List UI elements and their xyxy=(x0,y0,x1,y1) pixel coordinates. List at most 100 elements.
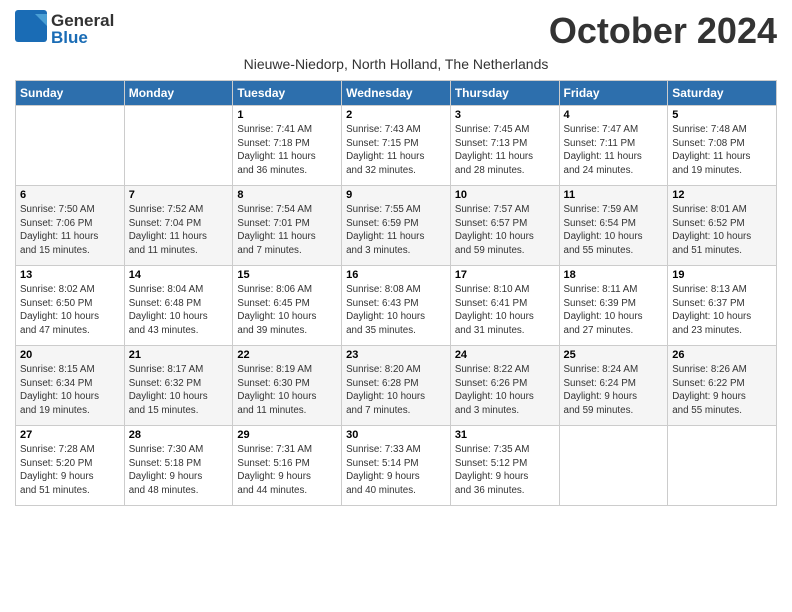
weekday-header-wednesday: Wednesday xyxy=(342,81,451,106)
day-info: Sunrise: 8:02 AMSunset: 6:50 PMDaylight:… xyxy=(20,283,120,338)
day-info: Sunrise: 8:20 AMSunset: 6:28 PMDaylight:… xyxy=(346,363,446,418)
day-number: 30 xyxy=(346,429,446,441)
day-number: 12 xyxy=(672,189,772,201)
calendar-cell: 8 Sunrise: 7:54 AMSunset: 7:01 PMDaylight… xyxy=(233,186,342,266)
day-number: 8 xyxy=(237,189,337,201)
day-number: 16 xyxy=(346,269,446,281)
logo-blue: Blue xyxy=(51,29,114,46)
calendar-cell: 9Sunrise: 7:55 AMSunset: 6:59 PMDaylight… xyxy=(342,186,451,266)
weekday-header-friday: Friday xyxy=(559,81,668,106)
day-number: 20 xyxy=(20,349,120,361)
calendar-table: SundayMondayTuesdayWednesdayThursdayFrid… xyxy=(15,80,777,506)
calendar-cell: 19 Sunrise: 8:13 AMSunset: 6:37 PMDayligh… xyxy=(668,266,777,346)
day-info: Sunrise: 7:28 AMSunset: 5:20 PMDaylight:… xyxy=(20,443,120,498)
calendar-cell: 14 Sunrise: 8:04 AMSunset: 6:48 PMDayligh… xyxy=(124,266,233,346)
day-info: Sunrise: 7:30 AMSunset: 5:18 PMDaylight:… xyxy=(129,443,229,498)
day-number: 10 xyxy=(455,189,555,201)
day-info: Sunrise: 8:19 AMSunset: 6:30 PMDaylight:… xyxy=(237,363,337,418)
day-info: Sunrise: 8:11 AMSunset: 6:39 PMDaylight:… xyxy=(564,283,664,338)
day-number: 5 xyxy=(672,109,772,121)
day-number: 28 xyxy=(129,429,229,441)
calendar-cell: 18 Sunrise: 8:11 AMSunset: 6:39 PMDayligh… xyxy=(559,266,668,346)
day-number: 3 xyxy=(455,109,555,121)
subtitle: Nieuwe-Niedorp, North Holland, The Nethe… xyxy=(15,56,777,72)
day-info: Sunrise: 7:33 AMSunset: 5:14 PMDaylight:… xyxy=(346,443,446,498)
day-info: Sunrise: 7:59 AMSunset: 6:54 PMDaylight:… xyxy=(564,203,664,258)
day-info: Sunrise: 8:22 AMSunset: 6:26 PMDaylight:… xyxy=(455,363,555,418)
day-info: Sunrise: 8:26 AMSunset: 6:22 PMDaylight:… xyxy=(672,363,772,418)
day-number: 26 xyxy=(672,349,772,361)
logo: General Blue xyxy=(15,10,114,47)
calendar-cell: 30 Sunrise: 7:33 AMSunset: 5:14 PMDayligh… xyxy=(342,426,451,506)
day-number: 6 xyxy=(20,189,120,201)
weekday-header-tuesday: Tuesday xyxy=(233,81,342,106)
day-info: Sunrise: 8:06 AMSunset: 6:45 PMDaylight:… xyxy=(237,283,337,338)
month-title: October 2024 xyxy=(549,10,777,52)
day-info: Sunrise: 8:01 AMSunset: 6:52 PMDaylight:… xyxy=(672,203,772,258)
day-number: 14 xyxy=(129,269,229,281)
calendar-cell: 21Sunrise: 8:17 AMSunset: 6:32 PMDayligh… xyxy=(124,346,233,426)
weekday-header-monday: Monday xyxy=(124,81,233,106)
day-number: 1 xyxy=(237,109,337,121)
calendar-cell xyxy=(559,426,668,506)
day-info: Sunrise: 8:13 AMSunset: 6:37 PMDaylight:… xyxy=(672,283,772,338)
calendar-cell: 22 Sunrise: 8:19 AMSunset: 6:30 PMDayligh… xyxy=(233,346,342,426)
day-number: 2 xyxy=(346,109,446,121)
day-number: 21 xyxy=(129,349,229,361)
weekday-header-thursday: Thursday xyxy=(450,81,559,106)
day-number: 31 xyxy=(455,429,555,441)
day-number: 13 xyxy=(20,269,120,281)
calendar-cell: 13 Sunrise: 8:02 AMSunset: 6:50 PMDayligh… xyxy=(16,266,125,346)
day-number: 29 xyxy=(237,429,337,441)
calendar-cell: 23Sunrise: 8:20 AMSunset: 6:28 PMDayligh… xyxy=(342,346,451,426)
day-info: Sunrise: 7:43 AMSunset: 7:15 PMDaylight:… xyxy=(346,123,446,178)
calendar-cell: 3 Sunrise: 7:45 AMSunset: 7:13 PMDaylight… xyxy=(450,106,559,186)
day-info: Sunrise: 7:45 AMSunset: 7:13 PMDaylight:… xyxy=(455,123,555,178)
calendar-cell: 17 Sunrise: 8:10 AMSunset: 6:41 PMDayligh… xyxy=(450,266,559,346)
calendar-cell: 20 Sunrise: 8:15 AMSunset: 6:34 PMDayligh… xyxy=(16,346,125,426)
calendar-cell xyxy=(16,106,125,186)
logo-text: General Blue xyxy=(51,12,114,46)
day-info: Sunrise: 7:48 AMSunset: 7:08 PMDaylight:… xyxy=(672,123,772,178)
weekday-header-saturday: Saturday xyxy=(668,81,777,106)
day-info: Sunrise: 7:41 AMSunset: 7:18 PMDaylight:… xyxy=(237,123,337,178)
calendar-cell: 16Sunrise: 8:08 AMSunset: 6:43 PMDayligh… xyxy=(342,266,451,346)
day-number: 18 xyxy=(564,269,664,281)
day-info: Sunrise: 8:24 AMSunset: 6:24 PMDaylight:… xyxy=(564,363,664,418)
day-info: Sunrise: 7:31 AMSunset: 5:16 PMDaylight:… xyxy=(237,443,337,498)
calendar-cell: 27 Sunrise: 7:28 AMSunset: 5:20 PMDayligh… xyxy=(16,426,125,506)
day-info: Sunrise: 7:54 AMSunset: 7:01 PMDaylight:… xyxy=(237,203,337,258)
calendar-cell: 1 Sunrise: 7:41 AMSunset: 7:18 PMDaylight… xyxy=(233,106,342,186)
logo-icon xyxy=(15,10,47,47)
day-info: Sunrise: 7:55 AMSunset: 6:59 PMDaylight:… xyxy=(346,203,446,258)
calendar-cell: 2 Sunrise: 7:43 AMSunset: 7:15 PMDaylight… xyxy=(342,106,451,186)
calendar-cell: 31Sunrise: 7:35 AMSunset: 5:12 PMDayligh… xyxy=(450,426,559,506)
calendar-cell: 7 Sunrise: 7:52 AMSunset: 7:04 PMDaylight… xyxy=(124,186,233,266)
calendar-cell: 25 Sunrise: 8:24 AMSunset: 6:24 PMDayligh… xyxy=(559,346,668,426)
calendar-cell: 12 Sunrise: 8:01 AMSunset: 6:52 PMDayligh… xyxy=(668,186,777,266)
day-number: 7 xyxy=(129,189,229,201)
calendar-cell: 6Sunrise: 7:50 AMSunset: 7:06 PMDaylight… xyxy=(16,186,125,266)
day-number: 25 xyxy=(564,349,664,361)
calendar-cell: 28 Sunrise: 7:30 AMSunset: 5:18 PMDayligh… xyxy=(124,426,233,506)
day-number: 19 xyxy=(672,269,772,281)
day-number: 11 xyxy=(564,189,664,201)
day-info: Sunrise: 7:57 AMSunset: 6:57 PMDaylight:… xyxy=(455,203,555,258)
calendar-cell xyxy=(124,106,233,186)
calendar-cell: 11 Sunrise: 7:59 AMSunset: 6:54 PMDayligh… xyxy=(559,186,668,266)
logo-general: General xyxy=(51,12,114,29)
day-number: 27 xyxy=(20,429,120,441)
calendar-cell: 15Sunrise: 8:06 AMSunset: 6:45 PMDayligh… xyxy=(233,266,342,346)
day-number: 4 xyxy=(564,109,664,121)
calendar-cell: 24Sunrise: 8:22 AMSunset: 6:26 PMDayligh… xyxy=(450,346,559,426)
day-info: Sunrise: 8:10 AMSunset: 6:41 PMDaylight:… xyxy=(455,283,555,338)
calendar-cell: 5 Sunrise: 7:48 AMSunset: 7:08 PMDaylight… xyxy=(668,106,777,186)
day-number: 22 xyxy=(237,349,337,361)
day-info: Sunrise: 8:15 AMSunset: 6:34 PMDaylight:… xyxy=(20,363,120,418)
day-number: 17 xyxy=(455,269,555,281)
day-info: Sunrise: 7:52 AMSunset: 7:04 PMDaylight:… xyxy=(129,203,229,258)
calendar-cell: 29 Sunrise: 7:31 AMSunset: 5:16 PMDayligh… xyxy=(233,426,342,506)
day-info: Sunrise: 8:04 AMSunset: 6:48 PMDaylight:… xyxy=(129,283,229,338)
calendar-cell: 10 Sunrise: 7:57 AMSunset: 6:57 PMDayligh… xyxy=(450,186,559,266)
day-info: Sunrise: 7:47 AMSunset: 7:11 PMDaylight:… xyxy=(564,123,664,178)
